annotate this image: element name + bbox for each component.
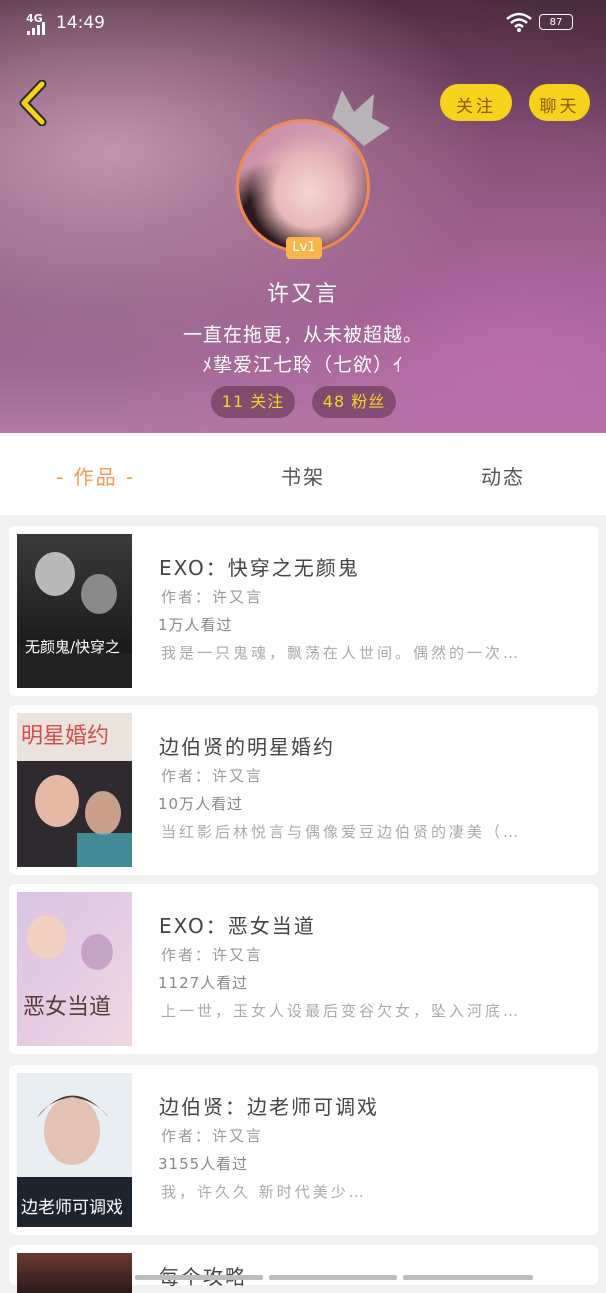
status-bar: 4G 14:49 87 — [0, 0, 606, 46]
horizontal-scrollbar[interactable] — [135, 1275, 595, 1280]
profile-tabs: - 作品 - 书架 动态 — [0, 433, 606, 515]
avatar[interactable] — [236, 119, 370, 253]
user-name: 许又言 — [266, 282, 339, 307]
book-author: 作者：许又言 — [161, 588, 264, 606]
level-badge: Lv1 — [286, 237, 322, 259]
book-cover — [17, 1253, 132, 1293]
tab-feed[interactable]: 动态 — [481, 461, 525, 490]
book-description: 当红影后林悦言与偶像爱豆边伯贤的凄美（… — [161, 823, 522, 841]
following-stat[interactable]: 11 关注 — [211, 386, 295, 418]
following-label: 关注 — [250, 392, 285, 411]
fans-label: 粉丝 — [351, 392, 386, 411]
book-description: 我是一只鬼魂，飘荡在人世间。偶然的一次… — [161, 644, 522, 662]
book-description: 我，许久久 新时代美少… — [161, 1183, 367, 1201]
book-views: 1万人看过 — [158, 616, 233, 634]
book-author: 作者：许又言 — [161, 946, 264, 964]
book-cover: 边老师可调戏 — [17, 1073, 132, 1227]
book-views: 10万人看过 — [158, 795, 244, 813]
clock: 14:49 — [56, 13, 105, 33]
book-cover: 恶女当道 — [17, 892, 132, 1046]
follow-button[interactable]: 关注 — [440, 84, 512, 121]
cover-title-text: 明星婚约 — [21, 724, 109, 749]
fans-stat[interactable]: 48 粉丝 — [312, 386, 396, 418]
battery-indicator: 87 — [539, 14, 573, 30]
book-card[interactable]: 无颜鬼/快穿之 EXO：快穿之无颜鬼 作者：许又言 1万人看过 我是一只鬼魂，飘… — [9, 526, 598, 696]
back-button[interactable] — [14, 79, 54, 127]
book-views: 1127人看过 — [158, 974, 249, 992]
tab-bookshelf[interactable]: 书架 — [281, 461, 325, 490]
book-author: 作者：许又言 — [161, 767, 264, 785]
fans-count: 48 — [322, 392, 346, 411]
tab-works[interactable]: - 作品 - — [56, 461, 135, 490]
book-card[interactable]: 边老师可调戏 边伯贤：边老师可调戏 作者：许又言 3155人看过 我，许久久 新… — [9, 1065, 598, 1235]
book-card[interactable]: 恶女当道 EXO：恶女当道 作者：许又言 1127人看过 上一世，玉女人设最后变… — [9, 884, 598, 1054]
signal-icon — [27, 22, 45, 35]
cover-title-text: 无颜鬼/快穿之 — [25, 638, 120, 656]
book-views: 3155人看过 — [158, 1155, 249, 1173]
book-title: 边伯贤的明星婚约 — [159, 735, 335, 759]
following-count: 11 — [221, 392, 245, 411]
back-arrow-icon — [19, 79, 47, 127]
book-cover: 明星婚约 — [17, 713, 132, 867]
cover-title-text: 恶女当道 — [23, 995, 111, 1020]
book-title: EXO：恶女当道 — [159, 914, 316, 938]
user-bio-line-2: ﾒ挚爱江七聆（七欲）ｲ — [202, 354, 404, 376]
user-bio-line-1: 一直在拖更，从未被超越。 — [182, 324, 423, 346]
book-card[interactable]: 明星婚约 边伯贤的明星婚约 作者：许又言 10万人看过 当红影后林悦言与偶像爱豆… — [9, 705, 598, 875]
chat-button[interactable]: 聊天 — [529, 84, 590, 121]
book-cover: 无颜鬼/快穿之 — [17, 534, 132, 688]
book-author: 作者：许又言 — [161, 1127, 264, 1145]
cover-title-text: 边老师可调戏 — [21, 1198, 123, 1218]
book-description: 上一世，玉女人设最后变谷欠女，坠入河底… — [161, 1002, 522, 1020]
wifi-icon — [506, 12, 532, 37]
book-title: 边伯贤：边老师可调戏 — [159, 1095, 379, 1119]
book-title: EXO：快穿之无颜鬼 — [159, 556, 360, 580]
